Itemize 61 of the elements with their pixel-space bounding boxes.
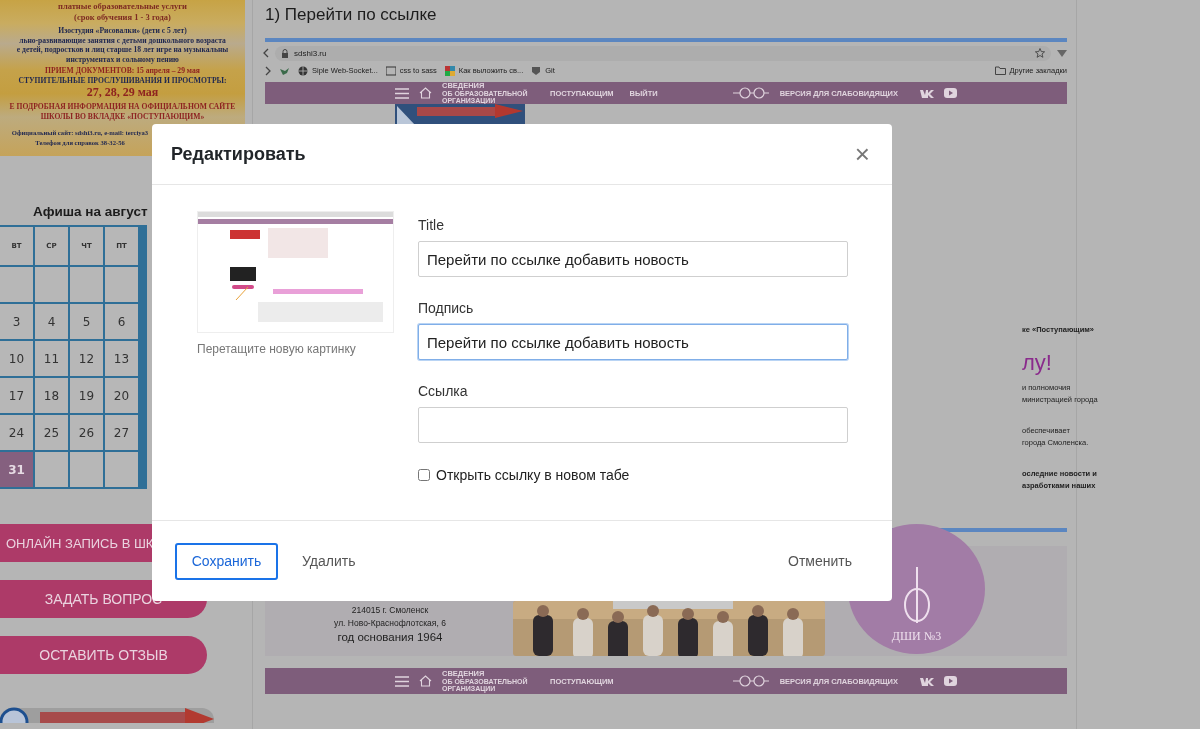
- calendar-day[interactable]: 19: [70, 378, 103, 413]
- lock-icon: [281, 48, 289, 58]
- close-button[interactable]: ×: [852, 141, 872, 167]
- calendar-day[interactable]: 6: [105, 304, 138, 339]
- input-field[interactable]: Перейти по ссылке добавить новость: [418, 241, 848, 277]
- calendar-day[interactable]: 18: [35, 378, 68, 413]
- play-icon[interactable]: [944, 676, 957, 686]
- page-title: лу!: [1022, 350, 1053, 376]
- calendar-day[interactable]: 31: [0, 452, 33, 487]
- calendar-day[interactable]: 27: [105, 415, 138, 450]
- text-button[interactable]: Удалить: [302, 553, 356, 569]
- poster-text: 27, 28, 29 мая: [86, 85, 159, 100]
- folder-icon: [994, 66, 1006, 75]
- social-icon[interactable]: [920, 88, 934, 98]
- grid-icon: [444, 65, 455, 76]
- field-label: Ссылка: [418, 382, 469, 400]
- calendar-day[interactable]: 20: [105, 378, 138, 413]
- field-label: Title: [418, 216, 445, 234]
- field-label: Подпись: [418, 299, 475, 317]
- calendar-day[interactable]: 10: [0, 341, 33, 376]
- checkbox[interactable]: [418, 469, 430, 481]
- star-icon[interactable]: [1035, 48, 1045, 58]
- text-button[interactable]: Отменить: [788, 553, 852, 569]
- address-text: 214015 г. Смоленск: [351, 604, 429, 617]
- home-icon[interactable]: [419, 675, 432, 687]
- section-heading: 1) Перейти по ссылке: [265, 5, 438, 26]
- input-field[interactable]: [418, 407, 848, 443]
- calendar-day[interactable]: 5: [70, 304, 103, 339]
- calendar-title: Афиша на август: [33, 204, 148, 219]
- menu-icon[interactable]: [395, 87, 409, 99]
- calendar-day[interactable]: 26: [70, 415, 103, 450]
- save-button[interactable]: Сохранить: [175, 542, 278, 580]
- glasses-icon: [731, 87, 770, 99]
- menu-icon[interactable]: [395, 675, 409, 687]
- dropdown-icon[interactable]: [1057, 48, 1067, 58]
- calendar-day[interactable]: 17: [0, 378, 33, 413]
- poster-text: (срок обучения 1 - 3 года): [74, 12, 171, 23]
- calendar-day[interactable]: 11: [35, 341, 68, 376]
- upload-hint: Перетащите новую картинку: [197, 342, 357, 356]
- globe-icon: [298, 65, 308, 76]
- shield-icon: [531, 65, 542, 76]
- address-text: год основания 1964: [337, 630, 443, 644]
- home-icon[interactable]: [419, 87, 432, 99]
- calendar-day[interactable]: 12: [70, 341, 103, 376]
- poster-text: платные образовательные услуги: [58, 1, 187, 12]
- glasses-icon: [731, 675, 770, 687]
- logo-text: ДШИ №3: [891, 629, 942, 644]
- input-field[interactable]: Перейти по ссылке добавить новость: [418, 324, 848, 360]
- address-text: ул. Ново-Краснофлотская, 6: [334, 617, 446, 630]
- address-field[interactable]: sdshi3.ru: [275, 45, 1051, 61]
- calendar-day[interactable]: 25: [35, 415, 68, 450]
- url-text: sdshi3.ru: [294, 48, 328, 58]
- calendar-day[interactable]: 13: [105, 341, 138, 376]
- calendar-day[interactable]: 4: [35, 304, 68, 339]
- side-button[interactable]: ОСТАВИТЬ ОТЗЫВ: [0, 636, 207, 674]
- calendar-day[interactable]: 3: [0, 304, 33, 339]
- social-icon[interactable]: [920, 676, 934, 686]
- checkbox-label: Открыть ссылку в новом табе: [436, 467, 630, 483]
- calendar-day[interactable]: 24: [0, 415, 33, 450]
- play-icon[interactable]: [944, 88, 957, 98]
- dialog-title: Редактировать: [171, 143, 306, 165]
